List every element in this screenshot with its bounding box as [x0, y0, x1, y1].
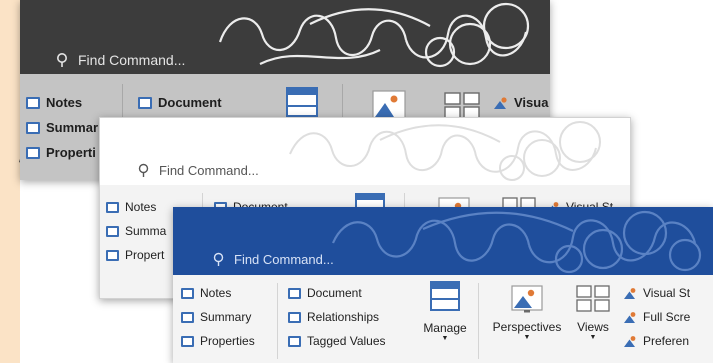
perspectives-icon [372, 90, 406, 120]
views-button[interactable]: Views ▼ [571, 285, 615, 342]
checkbox-icon [138, 96, 152, 109]
summary-button[interactable]: Summary [181, 305, 255, 329]
summary-label: Summar [46, 120, 99, 135]
header-bar: Find Command... [100, 118, 630, 185]
manage-icon [286, 87, 318, 117]
separator [478, 283, 479, 359]
checkbox-icon [181, 335, 194, 347]
search-icon [213, 252, 224, 266]
checkbox-icon [288, 287, 301, 299]
notes-label: Notes [46, 95, 83, 110]
preferences-label: Preferen [643, 334, 690, 348]
visual-style-label: Visua [514, 95, 549, 110]
search-icon [57, 53, 67, 67]
header-bar: Find Command... [173, 207, 713, 275]
full-screen-label: Full Scre [643, 310, 691, 324]
find-command-placeholder: Find Command... [159, 163, 259, 178]
ribbon-column-1: Notes Summary Properties [181, 281, 255, 353]
find-command-field[interactable]: Find Command... [138, 163, 259, 178]
checkbox-icon [181, 311, 194, 323]
separator [277, 283, 278, 359]
visual-style-label: Visual St [643, 286, 691, 300]
manage-button[interactable]: Manage ▼ [417, 281, 473, 343]
ribbon-toolbar: Notes Summary Properties Document Relati… [173, 275, 713, 363]
chevron-down-icon: ▼ [441, 335, 449, 342]
properties-button[interactable]: Propert [106, 243, 166, 267]
properties-button[interactable]: Properti [26, 140, 98, 165]
tagged-values-label: Tagged Values [307, 334, 386, 348]
find-command-field[interactable]: Find Command... [56, 52, 185, 68]
visual-style-icon [624, 287, 636, 299]
manage-label: Manage [423, 321, 467, 335]
views-label: Views [577, 320, 609, 334]
properties-button[interactable]: Properties [181, 329, 255, 353]
ribbon-column-2: Document [138, 90, 222, 115]
find-command-field[interactable]: Find Command... [213, 252, 334, 267]
ribbon-column-1: Notes Summa Propert [106, 195, 166, 267]
checkbox-icon [288, 311, 301, 323]
search-icon [138, 163, 149, 177]
peach-margin [0, 0, 20, 363]
header-decoration [289, 121, 601, 181]
summary-button[interactable]: Summa [106, 219, 166, 243]
visual-style-icon [494, 96, 507, 109]
header-decoration [218, 2, 530, 68]
preferences-button[interactable]: Preferen [623, 329, 690, 353]
notes-button[interactable]: Notes [181, 281, 255, 305]
ribbon-column-3: Visual St Full Scre Preferen [623, 281, 690, 353]
chevron-down-icon: ▼ [523, 334, 531, 341]
tagged-values-button[interactable]: Tagged Values [288, 329, 386, 353]
notes-label: Notes [200, 286, 232, 300]
views-icon [576, 285, 610, 312]
document-label: Document [158, 95, 222, 110]
document-button[interactable]: Document [138, 90, 222, 115]
checkbox-icon [288, 335, 301, 347]
perspectives-icon [511, 285, 543, 313]
summary-button[interactable]: Summar [26, 115, 98, 140]
summary-label: Summa [125, 224, 167, 238]
checkbox-icon [106, 201, 119, 213]
properties-label: Propert [125, 248, 165, 262]
document-button[interactable]: Document [288, 281, 386, 305]
manage-button[interactable] [286, 87, 318, 120]
perspectives-label: Perspectives [492, 320, 562, 334]
properties-label: Properti [46, 145, 96, 160]
notes-button[interactable]: Notes [26, 90, 98, 115]
full-screen-icon [624, 311, 636, 323]
ribbon-blue-theme: Find Command... Notes Summary Properties… [173, 207, 713, 363]
find-command-placeholder: Find Command... [234, 252, 334, 267]
full-screen-button[interactable]: Full Scre [623, 305, 690, 329]
relationships-button[interactable]: Relationships [288, 305, 386, 329]
header-bar: Find Command... [20, 0, 550, 74]
perspectives-button[interactable]: Perspectives ▼ [485, 285, 569, 342]
views-icon [444, 92, 480, 119]
notes-button[interactable]: Notes [106, 195, 166, 219]
notes-label: Notes [125, 200, 157, 214]
ribbon-column-2: Document Relationships Tagged Values [288, 281, 386, 353]
document-label: Document [307, 286, 362, 300]
properties-label: Properties [200, 334, 255, 348]
find-command-placeholder: Find Command... [78, 52, 186, 68]
checkbox-icon [26, 96, 40, 109]
ribbon-column-3: Visua [493, 90, 548, 115]
checkbox-icon [106, 249, 119, 261]
checkbox-icon [26, 146, 40, 159]
preferences-icon [624, 335, 636, 347]
chevron-down-icon: ▼ [589, 334, 597, 341]
visual-style-button[interactable]: Visua [493, 90, 548, 115]
relationships-label: Relationships [307, 310, 380, 324]
summary-label: Summary [200, 310, 252, 324]
visual-style-button[interactable]: Visual St [623, 281, 690, 305]
manage-icon [430, 281, 460, 311]
ribbon-column-1: Notes Summar Properti [26, 90, 98, 165]
checkbox-icon [106, 225, 119, 237]
checkbox-icon [181, 287, 194, 299]
checkbox-icon [26, 121, 40, 134]
header-decoration [331, 210, 702, 274]
